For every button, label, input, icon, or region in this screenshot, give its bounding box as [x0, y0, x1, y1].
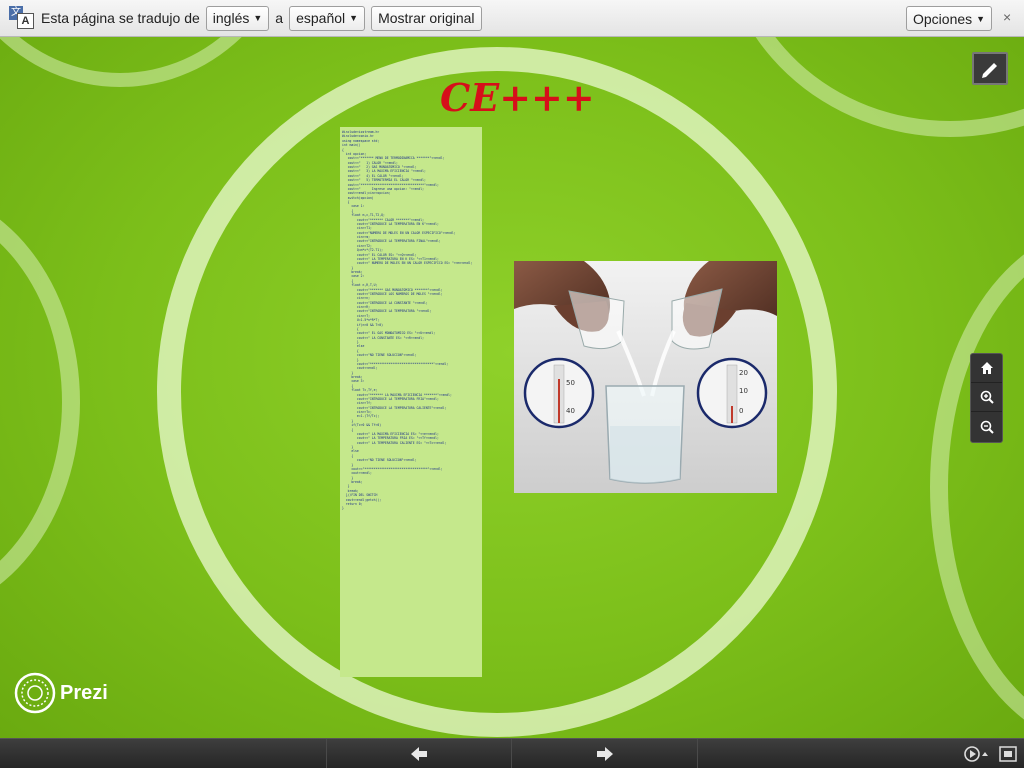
chevron-down-icon: ▼ [349, 13, 359, 23]
code-listing: #include<iostream.h> #include<conio.h> usi… [340, 127, 482, 677]
code-line: } [342, 506, 344, 511]
thermometer-right-tick-2: 10 [739, 387, 748, 395]
target-language-value: español [296, 10, 346, 26]
thermometer-right-tick-3: 0 [739, 407, 743, 415]
edit-button[interactable] [972, 52, 1008, 85]
arrow-right-icon [596, 747, 613, 761]
home-icon [980, 362, 993, 374]
close-translate-button[interactable]: × [1003, 9, 1011, 25]
source-language-value: inglés [212, 10, 250, 26]
thermometer-left-tick-1: 50 [566, 379, 575, 387]
decorative-ring [0, 187, 80, 617]
translate-message: Esta página se tradujo de [41, 10, 200, 26]
zoom-in-button[interactable] [971, 383, 1002, 412]
thermometer-left-tick-2: 40 [566, 407, 575, 415]
zoom-in-icon [980, 390, 994, 404]
translate-bar: 文 A Esta página se tradujo de inglés ▼ a… [0, 0, 1024, 37]
chevron-down-icon: ▼ [253, 13, 263, 23]
translate-icon: 文 A [9, 6, 35, 30]
prezi-canvas[interactable]: CE+++ #include<iostream.h> #include<conio… [0, 37, 1024, 738]
target-language-select[interactable]: español ▼ [289, 5, 366, 31]
fullscreen-icon [999, 746, 1017, 762]
zoom-out-button[interactable] [971, 412, 1002, 441]
translate-connector: a [275, 10, 284, 26]
code-line: cout<<" NUMERO DE MOLES EN UN CALOR ESPE… [342, 261, 473, 266]
show-original-button[interactable]: Mostrar original [371, 5, 482, 31]
options-select[interactable]: Opciones ▼ [906, 6, 993, 31]
previous-step-button[interactable] [326, 739, 512, 768]
source-language-select[interactable]: inglés ▼ [205, 5, 270, 31]
zoom-out-icon [980, 420, 994, 434]
decorative-ring [930, 227, 1024, 738]
thermometer-right-tick-1: 20 [739, 369, 748, 377]
autoplay-button[interactable] [962, 744, 988, 764]
chevron-down-icon: ▼ [976, 13, 986, 24]
pencil-icon [982, 63, 997, 78]
decorative-ring [0, 37, 300, 87]
prezi-brand-text: Prezi [60, 681, 108, 704]
prezi-logo[interactable]: Prezi [14, 672, 108, 714]
arrow-left-icon [411, 747, 427, 761]
prezi-logo-icon [14, 672, 56, 714]
home-button[interactable] [971, 354, 1002, 383]
beaker-photo: 50 40 20 10 0 [514, 261, 777, 493]
fullscreen-button[interactable] [999, 746, 1017, 762]
next-step-button[interactable] [512, 739, 698, 768]
options-label: Opciones [913, 10, 973, 27]
autoplay-icon [964, 746, 988, 762]
presentation-title: CE+++ [440, 75, 595, 120]
zoom-controls [970, 353, 1003, 443]
bottom-toolbar [0, 738, 1024, 768]
